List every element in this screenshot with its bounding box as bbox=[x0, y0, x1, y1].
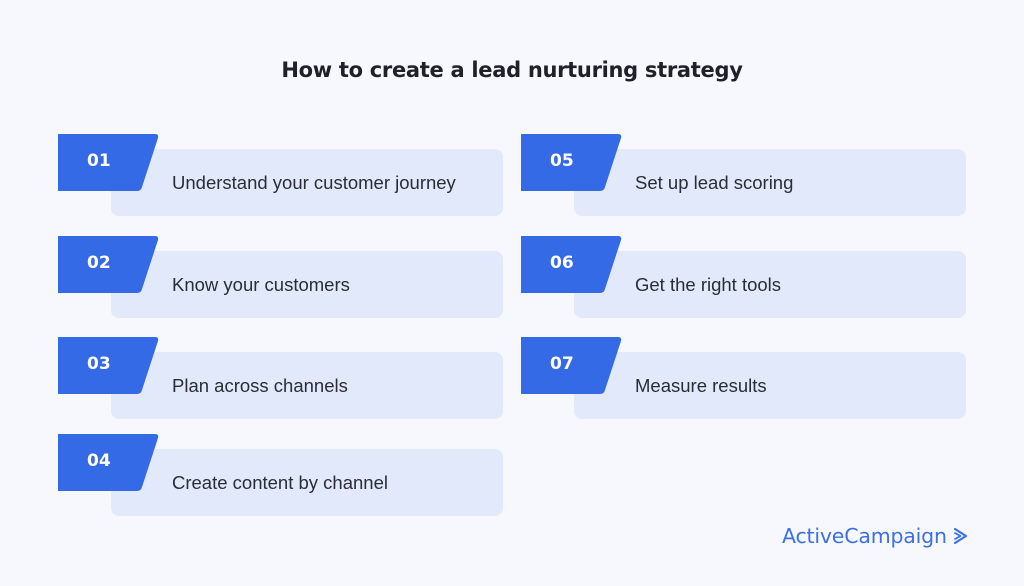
step-number-badge: 01 bbox=[58, 134, 159, 191]
step-number: 07 bbox=[550, 354, 574, 374]
step-01: 01 Understand your customer journey bbox=[58, 134, 506, 218]
step-label: Plan across channels bbox=[172, 375, 348, 396]
step-number: 05 bbox=[550, 151, 574, 171]
step-04: 04 Create content by channel bbox=[58, 434, 506, 518]
logo-wordmark: ActiveCampaign bbox=[782, 524, 947, 548]
chevron-right-icon bbox=[953, 527, 967, 545]
step-number: 04 bbox=[87, 451, 111, 471]
step-number-badge: 03 bbox=[58, 337, 159, 394]
step-card bbox=[574, 352, 966, 419]
step-number-badge: 02 bbox=[58, 236, 159, 293]
step-05: 05 Set up lead scoring bbox=[521, 134, 969, 218]
step-number: 03 bbox=[87, 354, 111, 374]
step-number: 02 bbox=[87, 253, 111, 273]
step-number: 01 bbox=[87, 151, 111, 171]
step-03: 03 Plan across channels bbox=[58, 337, 506, 421]
step-label: Get the right tools bbox=[635, 274, 782, 295]
activecampaign-logo: ActiveCampaign bbox=[782, 522, 969, 550]
step-label: Understand your customer journey bbox=[172, 172, 456, 193]
step-number-badge: 07 bbox=[521, 337, 622, 394]
step-number-badge: 04 bbox=[58, 434, 159, 491]
step-label: Measure results bbox=[635, 375, 767, 396]
step-number: 06 bbox=[550, 253, 574, 273]
step-label: Know your customers bbox=[172, 274, 350, 295]
step-02: 02 Know your customers bbox=[58, 236, 506, 320]
step-number-badge: 06 bbox=[521, 236, 622, 293]
step-number-badge: 05 bbox=[521, 134, 622, 191]
step-label: Create content by channel bbox=[172, 472, 388, 493]
step-07: 07 Measure results bbox=[521, 337, 969, 421]
page-title: How to create a lead nurturing strategy bbox=[281, 58, 743, 82]
step-label: Set up lead scoring bbox=[635, 172, 794, 193]
step-06: 06 Get the right tools bbox=[521, 236, 969, 320]
